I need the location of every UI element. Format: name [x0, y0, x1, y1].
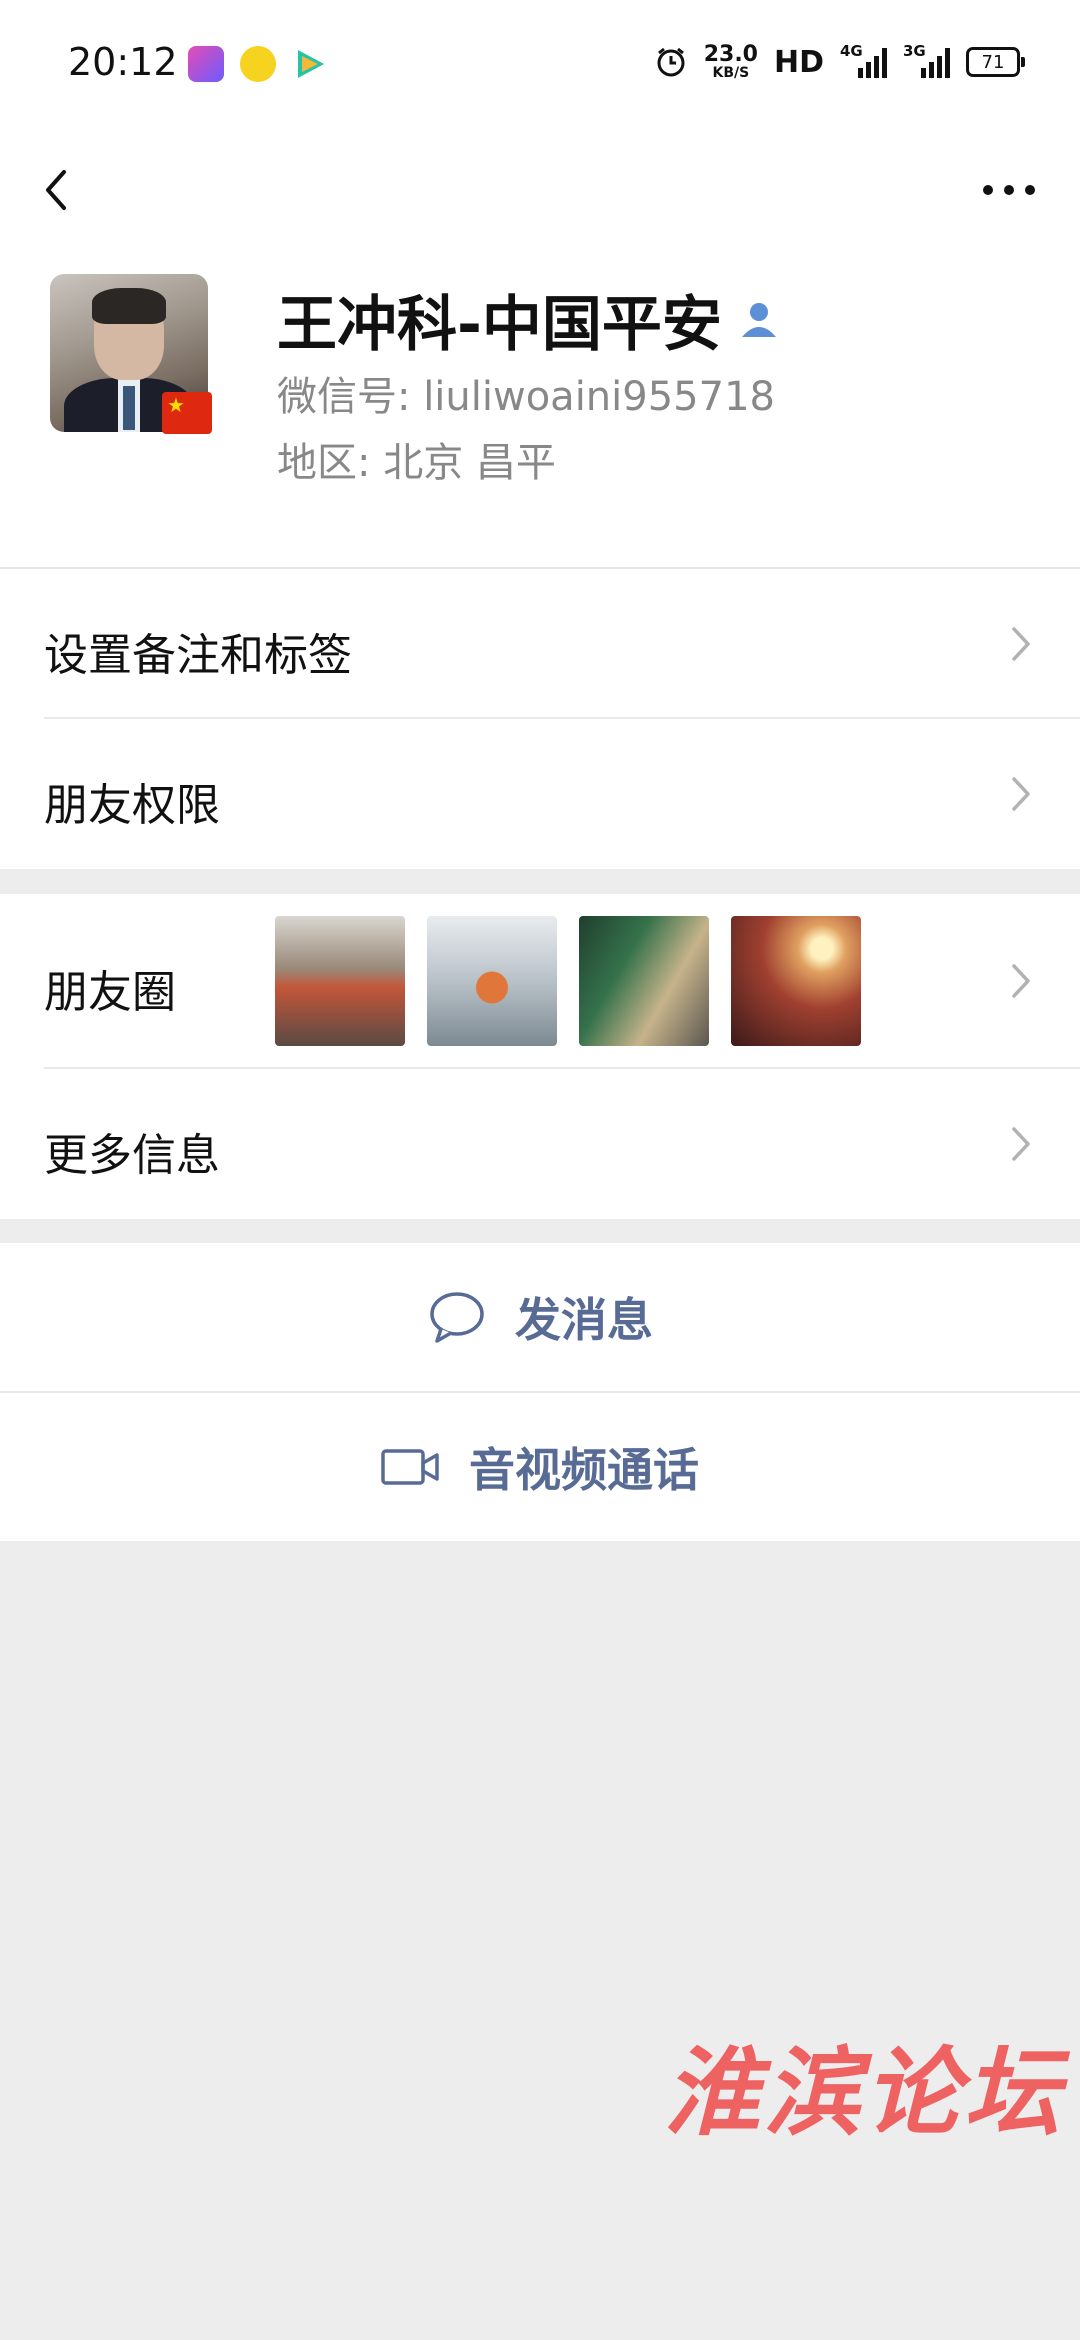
hd-voice-indicator: HD	[773, 44, 824, 80]
battery-level: 71	[981, 51, 1005, 73]
send-message-label: 发消息	[515, 1293, 653, 1347]
moments-thumbnails	[275, 916, 861, 1046]
chevron-left-icon	[46, 170, 66, 210]
editor-app-icon	[188, 46, 224, 82]
chevron-right-icon	[1012, 1127, 1030, 1161]
row-remark-tags[interactable]: 设置备注和标签	[0, 569, 1080, 719]
person-icon	[741, 302, 776, 337]
row-more-info[interactable]: 更多信息	[0, 1069, 1080, 1219]
system-status: 23.0 KB/S HD 4G 3G 71	[654, 42, 1025, 81]
music-app-icon	[240, 46, 276, 82]
row-label: 朋友圈	[44, 967, 176, 1018]
wechat-id: 微信号: liuliwoaini955718	[277, 374, 775, 420]
notification-icons	[188, 46, 328, 82]
status-time: 20:12	[68, 40, 178, 84]
moments-photo	[275, 916, 405, 1046]
row-moments[interactable]: 朋友圈	[0, 894, 1080, 1069]
send-message-button[interactable]: 发消息	[0, 1243, 1080, 1391]
alarm-icon	[657, 47, 685, 77]
row-friend-permissions[interactable]: 朋友权限	[0, 719, 1080, 869]
more-button[interactable]	[974, 160, 1044, 220]
video-camera-icon	[381, 1449, 439, 1485]
signal-4g-icon: 4G	[840, 42, 887, 78]
nav-bar	[0, 130, 1080, 260]
battery-icon: 71	[966, 47, 1025, 77]
chevron-right-icon	[1012, 964, 1030, 998]
row-label: 设置备注和标签	[44, 630, 352, 681]
status-bar: 20:12 23.0 KB/S HD 4G 3G 71	[0, 0, 1080, 130]
row-label: 更多信息	[44, 1130, 220, 1181]
moments-photo	[731, 916, 861, 1046]
moments-photo	[579, 916, 709, 1046]
chat-bubble-icon	[430, 1292, 484, 1343]
row-label: 朋友权限	[44, 780, 220, 831]
av-call-label: 音视频通话	[469, 1443, 699, 1497]
chevron-right-icon	[1012, 627, 1030, 661]
profile-header: ★ 王冲科-中国平安 微信号: liuliwoaini955718 地区: 北京…	[0, 260, 1080, 567]
network-speed: 23.0 KB/S	[703, 42, 758, 81]
chevron-right-icon	[1012, 777, 1030, 811]
video-app-icon	[292, 46, 328, 82]
contact-name: 王冲科-中国平安	[277, 290, 722, 360]
forum-watermark: 淮滨论坛	[664, 2036, 1064, 2149]
back-button[interactable]	[38, 160, 98, 220]
signal-3g-icon: 3G	[903, 42, 950, 78]
more-dots-icon	[983, 185, 1035, 195]
moments-photo	[427, 916, 557, 1046]
av-call-button[interactable]: 音视频通话	[0, 1393, 1080, 1541]
china-flag-icon: ★	[162, 392, 212, 434]
region: 地区: 北京 昌平	[277, 440, 556, 486]
